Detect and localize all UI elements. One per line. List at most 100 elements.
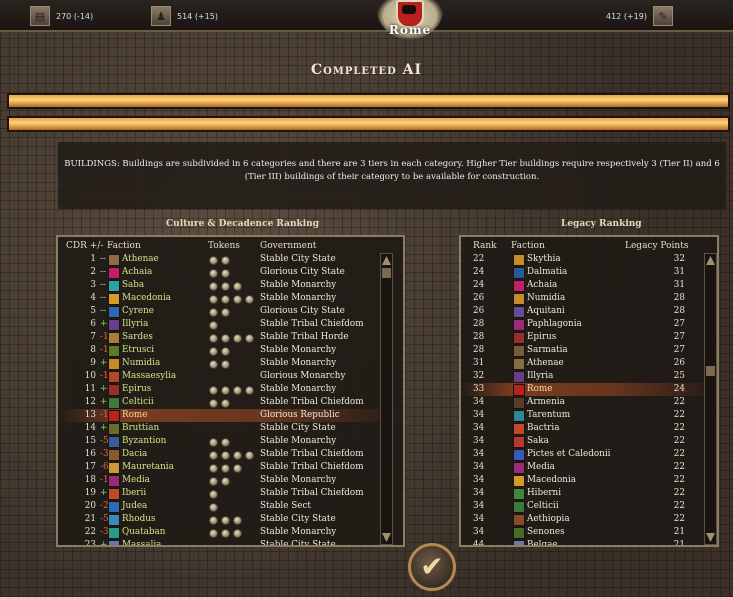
culture-scrollbar[interactable] xyxy=(380,253,393,545)
table-row[interactable]: 19 +5 Iberii Stable Tribal Chiefdom xyxy=(58,487,403,500)
table-row[interactable]: 34 Pictes et Caledonii 22 xyxy=(461,448,717,461)
table-row[interactable]: 34 Macedonia 22 xyxy=(461,474,717,487)
table-row[interactable]: 14 +6 Bruttian Stable City State xyxy=(58,422,403,435)
faction-name[interactable]: Epirus xyxy=(122,383,151,396)
faction-name[interactable]: Numidia xyxy=(527,292,565,305)
faction-name[interactable]: Sardes xyxy=(122,331,153,344)
faction-name[interactable]: Judea xyxy=(122,500,147,513)
faction-name[interactable]: Hiberni xyxy=(527,487,561,500)
table-row[interactable]: 28 Paphlagonia 27 xyxy=(461,318,717,331)
influence-resource[interactable]: 412 (+19) ✎ xyxy=(606,6,679,26)
faction-name[interactable]: Etrusci xyxy=(122,344,154,357)
faction-name[interactable]: Armenia xyxy=(527,396,565,409)
header-cdr[interactable]: CDR +/- xyxy=(66,241,103,251)
table-row[interactable]: 31 Athenae 26 xyxy=(461,357,717,370)
faction-name[interactable]: Bactria xyxy=(527,422,559,435)
legacy-scrollbar[interactable] xyxy=(704,253,717,545)
faction-name[interactable]: Senones xyxy=(527,526,565,539)
gold-resource[interactable]: ▤ 270 (-14) xyxy=(30,6,93,26)
faction-name[interactable]: Media xyxy=(527,461,555,474)
confirm-button[interactable]: ✔ xyxy=(408,543,456,591)
faction-name[interactable]: Pictes et Caledonii xyxy=(527,448,610,461)
table-row[interactable]: 17 -6 Mauretania Stable Tribal Chiefdom xyxy=(58,461,403,474)
table-row[interactable]: 4 -- Macedonia Stable Monarchy xyxy=(58,292,403,305)
faction-name[interactable]: Achaia xyxy=(122,266,152,279)
faction-name[interactable]: Belgae xyxy=(527,539,558,545)
faction-name[interactable]: Rhodus xyxy=(122,513,155,526)
faction-name[interactable]: Sarmatia xyxy=(527,344,568,357)
table-row[interactable]: 21 -5 Rhodus Stable City State xyxy=(58,513,403,526)
population-resource[interactable]: ♟ 514 (+15) xyxy=(151,6,218,26)
table-row[interactable]: 24 Dalmatia 31 xyxy=(461,266,717,279)
faction-name[interactable]: Massalia xyxy=(122,539,161,545)
faction-name[interactable]: Rome xyxy=(527,383,552,396)
table-row[interactable]: 34 Hiberni 22 xyxy=(461,487,717,500)
faction-name[interactable]: Saba xyxy=(122,279,144,292)
faction-name[interactable]: Achaia xyxy=(527,279,557,292)
table-row[interactable]: 23 +6 Massalia Stable City State xyxy=(58,539,403,545)
scroll-thumb[interactable] xyxy=(382,268,391,278)
table-row[interactable]: 28 Epirus 27 xyxy=(461,331,717,344)
table-row[interactable]: 9+12NumidiaStable Monarchy xyxy=(58,357,403,370)
faction-name[interactable]: Celticii xyxy=(122,396,154,409)
scroll-down-arrow-icon[interactable] xyxy=(382,533,391,542)
faction-name[interactable]: Celticii xyxy=(527,500,559,513)
table-row[interactable]: 3 -- Saba Stable Monarchy xyxy=(58,279,403,292)
table-row[interactable]: 12 +2 Celticii Stable Tribal Chiefdom xyxy=(58,396,403,409)
table-row[interactable]: 34 Media 22 xyxy=(461,461,717,474)
header-faction[interactable]: Faction xyxy=(107,241,141,251)
header-legacy-points[interactable]: Legacy Points xyxy=(625,241,688,251)
faction-name[interactable]: Iberii xyxy=(122,487,146,500)
faction-name[interactable]: Massaesylia xyxy=(122,370,176,383)
table-row[interactable]: 34 Senones 21 xyxy=(461,526,717,539)
faction-name[interactable]: Dalmatia xyxy=(527,266,567,279)
table-row[interactable]: 5 -- Cyrene Glorious City State xyxy=(58,305,403,318)
table-row[interactable]: 10 -1 Massaesylia Glorious Monarchy xyxy=(58,370,403,383)
table-row[interactable]: 11 +4 Epirus Stable Monarchy xyxy=(58,383,403,396)
scroll-up-arrow-icon[interactable] xyxy=(706,256,715,265)
table-row[interactable]: 22 -3 Quataban Stable Monarchy xyxy=(58,526,403,539)
faction-name[interactable]: Bruttian xyxy=(122,422,159,435)
table-row[interactable]: 7 -1 Sardes Stable Tribal Horde xyxy=(58,331,403,344)
table-row[interactable]: 1 -- Athenae Stable City State xyxy=(58,253,403,266)
faction-name[interactable]: Media xyxy=(122,474,150,487)
table-row[interactable]: 8 -1 Etrusci Stable Monarchy xyxy=(58,344,403,357)
faction-name[interactable]: Illyria xyxy=(122,318,148,331)
table-row[interactable]: 33 Rome 24 xyxy=(461,383,717,396)
header-government[interactable]: Government xyxy=(260,241,316,251)
faction-name[interactable]: Athenae xyxy=(527,357,564,370)
table-row[interactable]: 26 Aquitani 28 xyxy=(461,305,717,318)
faction-name[interactable]: Rome xyxy=(122,409,147,422)
table-row[interactable]: 34 Aethiopia 22 xyxy=(461,513,717,526)
table-row[interactable]: 2 -- Achaia Glorious City State xyxy=(58,266,403,279)
table-row[interactable]: 6 +2 Illyria Stable Tribal Chiefdom xyxy=(58,318,403,331)
table-row[interactable]: 32 Illyria 25 xyxy=(461,370,717,383)
table-row[interactable]: 28 Sarmatia 27 xyxy=(461,344,717,357)
faction-name[interactable]: Byzantion xyxy=(122,435,166,448)
table-row[interactable]: 34 Bactria 22 xyxy=(461,422,717,435)
table-row[interactable]: 15 -5 Byzantion Stable Monarchy xyxy=(58,435,403,448)
scroll-up-arrow-icon[interactable] xyxy=(382,256,391,265)
scroll-down-arrow-icon[interactable] xyxy=(706,533,715,542)
table-row[interactable]: 18 -1 Media Stable Monarchy xyxy=(58,474,403,487)
table-row[interactable]: 34 Saka 22 xyxy=(461,435,717,448)
header-tokens[interactable]: Tokens xyxy=(208,241,240,251)
table-row[interactable]: 34 Tarentum 22 xyxy=(461,409,717,422)
table-row[interactable]: 34 Armenia 22 xyxy=(461,396,717,409)
faction-name[interactable]: Tarentum xyxy=(527,409,570,422)
faction-name[interactable]: Mauretania xyxy=(122,461,174,474)
faction-name[interactable]: Dacia xyxy=(122,448,147,461)
table-row[interactable]: 34 Celticii 22 xyxy=(461,500,717,513)
header-faction[interactable]: Faction xyxy=(511,241,545,251)
table-row[interactable]: 22 Skythia 32 xyxy=(461,253,717,266)
faction-name[interactable]: Athenae xyxy=(122,253,159,266)
scroll-thumb[interactable] xyxy=(706,366,715,376)
faction-name[interactable]: Numidia xyxy=(122,357,160,370)
table-row[interactable]: 16 -3 Dacia Stable Tribal Chiefdom xyxy=(58,448,403,461)
faction-name[interactable]: Paphlagonia xyxy=(527,318,582,331)
faction-name[interactable]: Macedonia xyxy=(527,474,576,487)
table-row[interactable]: 44 Belgae 21 xyxy=(461,539,717,545)
faction-name[interactable]: Macedonia xyxy=(122,292,171,305)
table-row[interactable]: 13 -1 Rome Glorious Republic xyxy=(58,409,403,422)
header-rank[interactable]: Rank xyxy=(473,241,497,251)
